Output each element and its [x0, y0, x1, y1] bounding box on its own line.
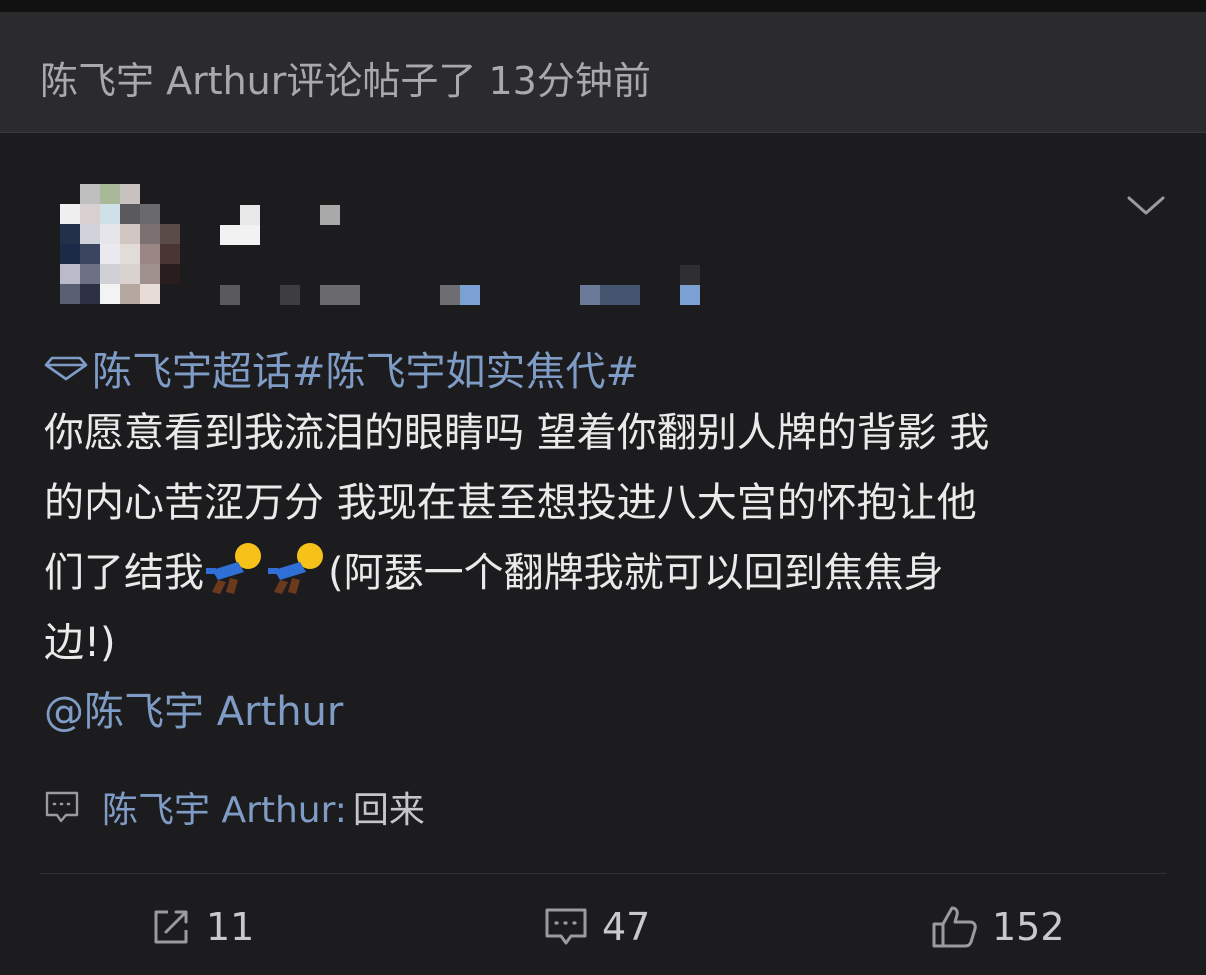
notification-header: 陈飞宇 Arthur评论帖子了 13分钟前	[0, 12, 1206, 133]
post-text-line: 边!)	[44, 620, 116, 666]
post-content: 陈飞宇超话#陈飞宇如实焦代# 你愿意看到我流泪的眼睛吗 望着你翻别人牌的背影 我…	[44, 338, 1174, 746]
post-text-line: 们了结我 (阿瑟一个翻牌我就可以回到焦焦身	[44, 538, 1174, 608]
thumbs-up-icon	[932, 906, 977, 948]
like-count: 152	[992, 905, 1065, 949]
topic-tag-link[interactable]: 陈飞宇超话#陈飞宇如实焦代#	[44, 338, 1174, 398]
post-text-line: 的内心苦涩万分 我现在甚至想投进八大宫的怀抱让他	[44, 480, 977, 526]
repost-icon	[154, 910, 188, 944]
post-card: 陈飞宇超话#陈飞宇如实焦代# 你愿意看到我流泪的眼睛吗 望着你翻别人牌的背影 我…	[0, 133, 1206, 975]
post-text-segment: 们了结我	[44, 550, 204, 596]
action-bar: 11 47 152	[0, 897, 1206, 957]
comment-icon	[45, 791, 79, 823]
topic-tag-text: 陈飞宇超话#陈飞宇如实焦代#	[92, 349, 640, 395]
avatar[interactable]	[60, 184, 180, 304]
comment-button[interactable]: 47	[544, 897, 650, 957]
kneeling-emoji-icon	[268, 543, 323, 594]
chevron-down-icon[interactable]	[1126, 191, 1166, 219]
like-button[interactable]: 152	[930, 897, 1065, 957]
status-strip	[0, 0, 1206, 12]
notification-text: 陈飞宇 Arthur评论帖子了 13分钟前	[40, 59, 651, 103]
kneeling-emoji-icon	[206, 543, 261, 594]
username-blurred[interactable]	[220, 205, 710, 305]
mention-link[interactable]: @陈飞宇 Arthur	[44, 678, 1174, 746]
comment-icon	[545, 908, 587, 945]
repost-count: 11	[206, 905, 255, 949]
reply-author[interactable]: 陈飞宇 Arthur:	[102, 781, 347, 833]
reply-preview[interactable]: 陈飞宇 Arthur: 回来	[44, 779, 425, 835]
post-text-line: 你愿意看到我流泪的眼睛吗 望着你翻别人牌的背影 我	[44, 410, 990, 456]
repost-button[interactable]: 11	[150, 897, 254, 957]
divider	[40, 873, 1166, 874]
reply-text: 回来	[352, 790, 425, 831]
post-text-segment: (阿瑟一个翻牌我就可以回到焦焦身	[328, 550, 944, 596]
diamond-icon	[44, 356, 88, 381]
comment-count: 47	[602, 905, 651, 949]
